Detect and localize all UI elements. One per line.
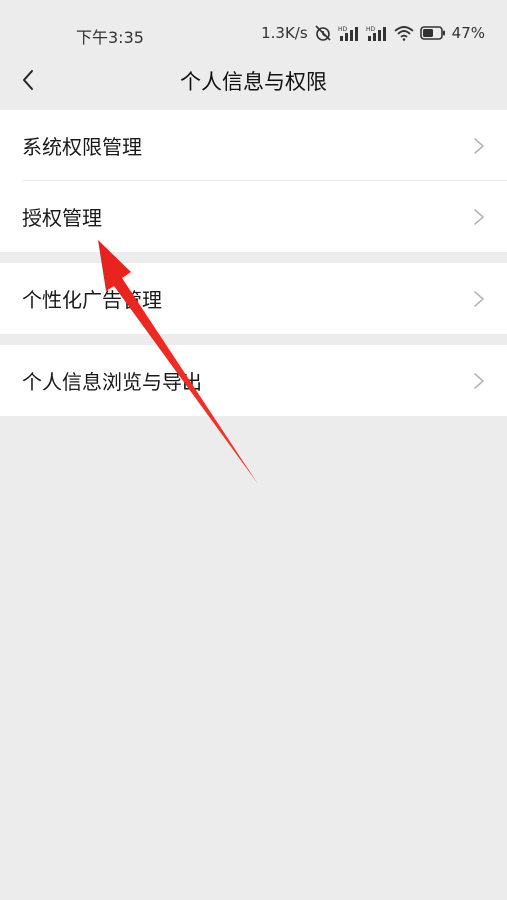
alarm-off-icon [314,24,332,42]
list-item-authorization[interactable]: 授权管理 [0,181,507,252]
battery-icon [419,26,446,40]
chevron-right-icon [474,290,484,307]
chevron-right-icon [474,208,484,225]
status-icons: 1.3K/s HD HD 47% [261,24,485,42]
wifi-icon [394,25,414,41]
svg-text:HD: HD [338,26,348,33]
settings-group-3: 个人信息浏览与导出 [0,345,507,416]
list-item-label: 授权管理 [22,206,102,230]
svg-text:HD: HD [366,26,376,33]
list-item-system-permissions[interactable]: 系统权限管理 [0,110,507,181]
signal-hd-icon: HD [338,25,360,41]
nav-bar: 个人信息与权限 [0,52,507,108]
list-item-personalized-ads[interactable]: 个性化广告管理 [0,263,507,334]
battery-percent: 47% [451,24,485,42]
settings-group-2: 个性化广告管理 [0,263,507,334]
page-title: 个人信息与权限 [180,70,327,94]
list-item-personal-info-export[interactable]: 个人信息浏览与导出 [0,345,507,416]
settings-group-1: 系统权限管理 授权管理 [0,110,507,252]
list-item-label: 系统权限管理 [22,135,142,159]
signal-hd-icon: HD [366,25,388,41]
list-item-label: 个性化广告管理 [22,288,162,312]
net-speed: 1.3K/s [261,24,308,42]
chevron-right-icon [474,137,484,154]
chevron-right-icon [474,372,484,389]
status-time: 下午3:35 [76,28,144,47]
list-item-label: 个人信息浏览与导出 [22,370,202,394]
